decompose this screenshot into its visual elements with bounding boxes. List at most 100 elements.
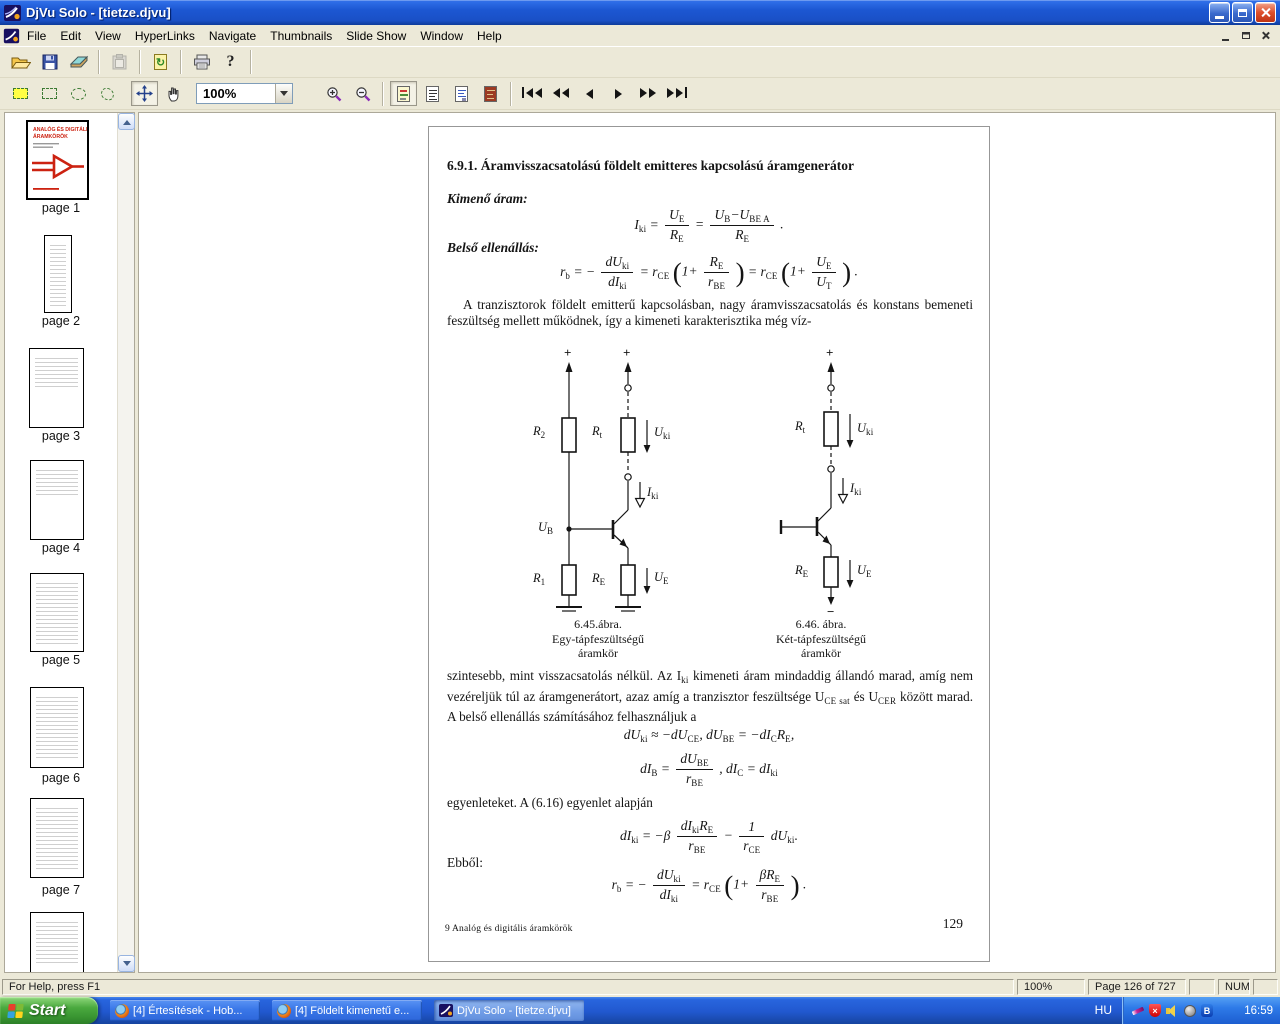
- last-page-button[interactable]: [663, 81, 690, 106]
- thumbnail-page-3[interactable]: [29, 348, 84, 428]
- menu-thumbnails[interactable]: Thumbnails: [263, 26, 339, 46]
- menu-view[interactable]: View: [88, 26, 128, 46]
- formula-dib: dIB = dUBE rBE , dIC = dIki: [429, 751, 989, 788]
- restore-button[interactable]: [1232, 2, 1253, 23]
- zoom-dropdown-button[interactable]: [275, 84, 292, 103]
- scan-button[interactable]: [65, 50, 92, 75]
- formula-text: = rCE: [691, 876, 721, 894]
- pen-icon[interactable]: [1131, 1004, 1144, 1017]
- mode-bw-button[interactable]: [419, 81, 446, 106]
- thumbnail-page-2[interactable]: [44, 235, 72, 313]
- thumbnail-page-1[interactable]: ANALÓG ÉS DIGITÁLIS ÁRAMKÖRÖK: [26, 120, 89, 200]
- save-button[interactable]: [36, 50, 63, 75]
- fraction: dUBE rBE: [676, 751, 713, 788]
- volume-icon[interactable]: [1166, 1004, 1179, 1017]
- thumbnail-page-8-partial[interactable]: [30, 912, 84, 972]
- help-button[interactable]: ?: [217, 50, 244, 75]
- hand-tool-button[interactable]: [160, 81, 187, 106]
- zoom-in-button[interactable]: [320, 81, 347, 106]
- menu-slideshow[interactable]: Slide Show: [339, 26, 413, 46]
- book-cover-graphic: ANALÓG ÉS DIGITÁLIS ÁRAMKÖRÖK: [32, 125, 87, 190]
- taskbar-item-djvu-active[interactable]: DjVu Solo - [tietze.djvu]: [434, 1000, 584, 1021]
- security-shield-icon[interactable]: ×: [1149, 1004, 1161, 1017]
- next-fast-button[interactable]: [634, 81, 661, 106]
- status-empty-panel: [1189, 979, 1215, 995]
- select-rect-icon: [42, 88, 57, 99]
- paren: ): [735, 257, 745, 288]
- document-page[interactable]: 6.9.1. Áramvisszacsatolású földelt emitt…: [428, 126, 990, 962]
- toolbar-separator: [510, 81, 512, 106]
- taskbar: Start [4] Értesítések - Hob... [4] Földe…: [0, 997, 1280, 1024]
- document-view[interactable]: 6.9.1. Áramvisszacsatolású földelt emitt…: [138, 112, 1276, 973]
- dialup-icon[interactable]: [1184, 1004, 1196, 1017]
- taskbar-item-firefox-1[interactable]: [4] Értesítések - Hob...: [110, 1000, 260, 1021]
- svg-text:ÁRAMKÖRÖK: ÁRAMKÖRÖK: [33, 133, 68, 140]
- thumbnail-label: page 3: [41, 429, 81, 443]
- toolbar-separator: [250, 50, 252, 74]
- minimize-button[interactable]: [1209, 2, 1230, 23]
- thumbnail-label: page 2: [41, 314, 81, 328]
- mode-background-button[interactable]: [477, 81, 504, 106]
- formula-text: = rCE: [747, 263, 778, 281]
- language-indicator[interactable]: HU: [1095, 1003, 1112, 1017]
- mdi-restore-button[interactable]: [1237, 28, 1254, 43]
- mode-color-button[interactable]: [390, 81, 417, 106]
- mdi-close-button[interactable]: [1257, 28, 1274, 43]
- pan-tool-button[interactable]: [131, 81, 158, 106]
- prev-fast-button[interactable]: [547, 81, 574, 106]
- uki-label: Uki: [654, 425, 671, 441]
- select-polygon-icon: [99, 86, 116, 101]
- menu-file[interactable]: File: [20, 26, 53, 46]
- menu-help[interactable]: Help: [470, 26, 509, 46]
- djvu-app-icon[interactable]: [4, 4, 21, 21]
- mode-foreground-button[interactable]: [448, 81, 475, 106]
- page-text-preview: [50, 242, 66, 306]
- refresh-page-button[interactable]: ↻: [147, 50, 174, 75]
- thumbnail-page-5[interactable]: [30, 573, 84, 652]
- thumbnail-page-7[interactable]: [30, 798, 84, 878]
- zoom-out-button[interactable]: [349, 81, 376, 106]
- scroll-down-button[interactable]: [118, 955, 135, 972]
- thumbnails-scrollbar[interactable]: [117, 113, 135, 972]
- resistor-rt-label: Rt: [592, 424, 603, 440]
- formula-text: dUki.: [770, 827, 799, 845]
- thumbnail-page-6[interactable]: [30, 687, 84, 768]
- menu-navigate[interactable]: Navigate: [202, 26, 263, 46]
- paren: ): [842, 257, 852, 288]
- page-text-preview: [36, 919, 78, 966]
- restore-icon: [1238, 8, 1247, 17]
- menu-hyperlinks[interactable]: HyperLinks: [128, 26, 202, 46]
- menu-edit[interactable]: Edit: [53, 26, 88, 46]
- formula-text: −: [723, 827, 733, 843]
- paste-button[interactable]: [106, 50, 133, 75]
- scroll-up-button[interactable]: [118, 113, 135, 130]
- print-button[interactable]: [188, 50, 215, 75]
- select-rect-filled-button[interactable]: [7, 81, 34, 106]
- formula-text: =: [694, 216, 705, 232]
- first-page-button[interactable]: [518, 81, 545, 106]
- menu-window[interactable]: Window: [413, 26, 470, 46]
- last-page-icon: [666, 85, 688, 103]
- next-page-button[interactable]: [605, 81, 632, 106]
- fraction: dUki dIki: [652, 867, 685, 904]
- thumbnail-page-4[interactable]: [30, 460, 84, 540]
- fraction: UB−UBE A RE: [710, 207, 774, 244]
- zoom-combobox[interactable]: 100%: [196, 83, 293, 104]
- select-rect-button[interactable]: [36, 81, 63, 106]
- document-icon[interactable]: [3, 28, 20, 43]
- select-ellipse-button[interactable]: [65, 81, 92, 106]
- plus-label: +: [826, 345, 834, 360]
- paragraph-1: A tranzisztorok földelt emitterű kapcsol…: [447, 297, 973, 328]
- select-polygon-button[interactable]: [94, 81, 121, 106]
- bluetooth-icon[interactable]: B: [1201, 1004, 1213, 1017]
- resistor-r2-label: R2: [533, 424, 546, 440]
- mdi-minimize-button[interactable]: [1217, 28, 1234, 43]
- start-button[interactable]: Start: [0, 997, 98, 1024]
- taskbar-item-firefox-2[interactable]: [4] Földelt kimenetű e...: [272, 1000, 422, 1021]
- system-tray: × B 16:59: [1122, 997, 1280, 1024]
- resistor-re-label: RE: [592, 571, 606, 587]
- close-button[interactable]: [1255, 2, 1276, 23]
- open-button[interactable]: [7, 50, 34, 75]
- prev-page-button[interactable]: [576, 81, 603, 106]
- select-rect-filled-icon: [13, 88, 28, 99]
